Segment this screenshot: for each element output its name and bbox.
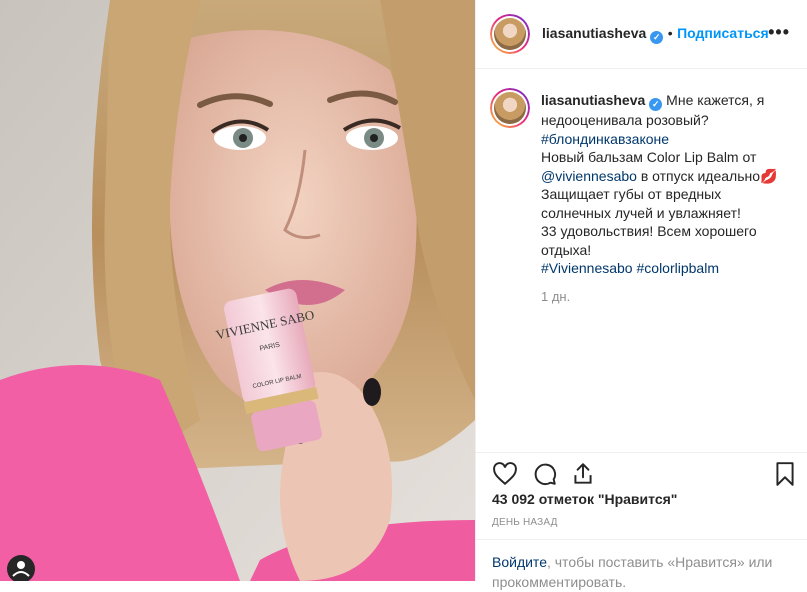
caption-line: liasanutiasheva ✓ Мне кажется, я	[541, 91, 791, 111]
heart-icon[interactable]	[492, 461, 518, 487]
post-header: liasanutiasheva ✓ • Подписаться •••	[476, 0, 807, 69]
caption-text: недооценивала розовый?	[541, 112, 709, 128]
caption-line: #Viviennesabo #colorlipbalm	[541, 259, 791, 278]
separator-dot: •	[667, 25, 673, 41]
login-prompt: Войдите, чтобы поставить «Нравится» или …	[476, 539, 807, 590]
verified-badge-icon: ✓	[649, 98, 663, 111]
caption-username[interactable]: liasanutiasheva	[541, 92, 645, 108]
caption-text: Защищает губы от вредных	[541, 186, 722, 202]
author-avatar[interactable]	[490, 14, 530, 54]
caption-timestamp: 1 дн.	[541, 289, 571, 304]
hashtag-link[interactable]: #colorlipbalm	[637, 260, 719, 276]
comment-icon[interactable]	[532, 461, 558, 487]
login-link[interactable]: Войдите	[492, 554, 547, 570]
mention-link[interactable]: @viviennesabo	[541, 168, 637, 184]
caption-text: Мне кажется, я	[666, 92, 765, 108]
post-photo[interactable]: VIVIENNE SABO PARIS COLOR LIP BALM	[0, 0, 475, 581]
hashtag-link[interactable]: #блондинкавзаконе	[541, 130, 791, 149]
verified-badge-icon: ✓	[650, 31, 664, 44]
author-username[interactable]: liasanutiasheva	[542, 25, 646, 41]
likes-count[interactable]: 43 092 отметок "Нравится"	[492, 491, 677, 507]
post-date: ДЕНЬ НАЗАД	[492, 517, 558, 528]
caption-text: Новый бальзам Color Lip Balm от	[541, 149, 757, 165]
caption-text: 33 удовольствия! Всем хорошего	[541, 223, 757, 239]
bookmark-icon[interactable]	[772, 461, 798, 487]
caption: liasanutiasheva ✓ Мне кажется, я недооцен…	[541, 91, 791, 278]
follow-button[interactable]: Подписаться	[677, 25, 769, 41]
header-line: liasanutiasheva ✓ • Подписаться	[542, 25, 769, 44]
caption-line: @viviennesabo в отпуск идеально💋	[541, 167, 791, 186]
caption-avatar[interactable]	[490, 88, 530, 128]
action-bar	[476, 452, 807, 493]
caption-text: в отпуск идеально💋	[636, 167, 778, 184]
more-options-icon[interactable]: •••	[768, 22, 790, 43]
share-icon[interactable]	[570, 461, 596, 487]
post-sidebar: liasanutiasheva ✓ • Подписаться ••• liasa…	[475, 0, 807, 590]
caption-text: солнечных лучей и увлажняет!	[541, 204, 741, 221]
selfie-image: VIVIENNE SABO PARIS COLOR LIP BALM	[0, 0, 475, 581]
caption-text: отдыха!	[541, 241, 592, 258]
hashtag-link[interactable]: #Viviennesabo	[541, 260, 633, 276]
